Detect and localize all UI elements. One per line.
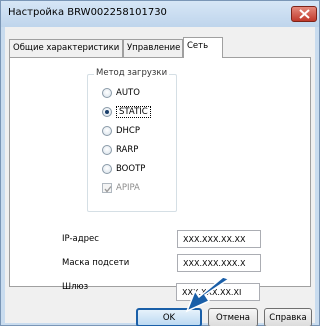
radio-bootp-label: BOOTP <box>116 164 146 174</box>
dialog-body: Общие характеристики Управление Сеть Мет… <box>5 27 315 326</box>
close-button[interactable] <box>291 6 317 22</box>
gateway-label: Шлюз <box>62 282 89 292</box>
apipa-checkbox <box>102 183 112 193</box>
ip-address-input[interactable]: XXX.XXX.XX.XX <box>177 230 261 248</box>
tab-network[interactable]: Сеть <box>183 37 223 58</box>
window-title: Настройка BRW002258101730 <box>8 7 167 18</box>
radio-rarp-button[interactable] <box>102 145 112 155</box>
title-bar: Настройка BRW002258101730 <box>1 1 319 27</box>
tab-network-label: Сеть <box>187 41 209 51</box>
radio-auto-label: AUTO <box>116 88 140 98</box>
radio-static-button[interactable] <box>102 107 112 117</box>
help-button[interactable]: Справка <box>264 308 312 326</box>
apipa-label: APIPA <box>116 183 140 193</box>
close-icon <box>299 9 310 19</box>
subnet-mask-label: Маска подсети <box>62 258 130 268</box>
settings-dialog: Настройка BRW002258101730 Общие характер… <box>0 0 320 326</box>
radio-rarp-label: RARP <box>116 145 139 155</box>
boot-method-group: Метод загрузки AUTO STATIC DHCP RARP BOO… <box>87 68 177 212</box>
network-tab-panel: Метод загрузки AUTO STATIC DHCP RARP BOO… <box>9 57 311 292</box>
tab-general[interactable]: Общие характеристики <box>9 39 123 57</box>
arrow-icon <box>185 276 231 313</box>
tab-management[interactable]: Управление <box>123 39 183 57</box>
radio-static-label: STATIC <box>116 106 151 118</box>
radio-bootp-button[interactable] <box>102 164 112 174</box>
checkmark-icon <box>104 186 112 193</box>
subnet-mask-input[interactable]: XXX.XXX.XXX.X <box>177 254 261 272</box>
boot-method-legend: Метод загрузки <box>94 68 170 78</box>
tab-general-label: Общие характеристики <box>13 43 120 53</box>
tab-management-label: Управление <box>127 43 181 53</box>
ip-address-label: IP-адрес <box>62 234 99 244</box>
radio-auto-button[interactable] <box>102 88 112 98</box>
radio-dhcp-button[interactable] <box>102 126 112 136</box>
radio-dhcp-label: DHCP <box>116 126 140 136</box>
